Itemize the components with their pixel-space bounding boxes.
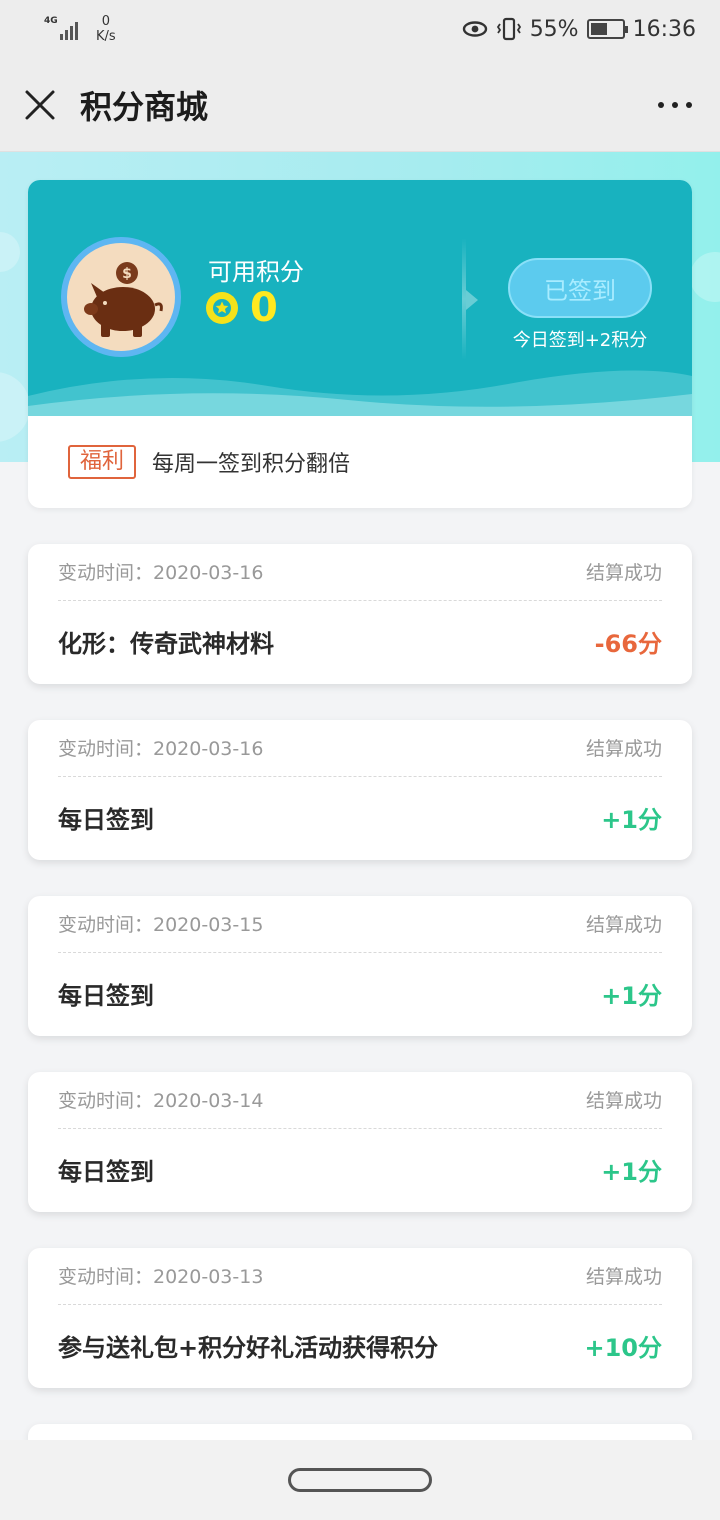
network-type: 4G: [44, 16, 58, 26]
page-title: 积分商城: [80, 87, 209, 126]
record-time: 变动时间：2020-03-16: [58, 562, 264, 584]
record-status: 结算成功: [585, 914, 662, 936]
record-item[interactable]: 变动时间：2020-03-16 结算成功 化形：传奇武神材料 -66分: [28, 544, 692, 684]
record-title: 参与送礼包+积分好礼活动获得积分: [58, 1333, 439, 1362]
clock: 16:36: [632, 16, 696, 42]
more-icon[interactable]: [630, 101, 720, 108]
record-item-partial: [28, 1424, 692, 1440]
battery-percent: 55%: [529, 16, 579, 42]
welfare-banner[interactable]: 福利 每周一签到积分翻倍: [28, 416, 692, 508]
record-status: 结算成功: [585, 738, 662, 760]
piggy-bank-icon: $: [84, 262, 163, 337]
record-time: 变动时间：2020-03-15: [58, 914, 264, 936]
signed-in-button[interactable]: 已签到: [508, 258, 652, 318]
avatar[interactable]: $: [61, 237, 181, 357]
wave-decoration: [28, 370, 692, 416]
record-points-change: +1分: [601, 805, 662, 834]
points-card: $ 可用积分 0 已签到 今日签到+2积分 福利 每周一签到积分翻倍: [28, 180, 692, 508]
points-value: 0: [250, 285, 278, 331]
eye-icon: [462, 21, 487, 37]
speed-value: 0: [101, 14, 110, 29]
svg-text:$: $: [122, 266, 132, 282]
points-summary: $ 可用积分 0 已签到 今日签到+2积分: [28, 180, 692, 416]
record-title: 每日签到: [58, 805, 154, 834]
system-nav-bar: [0, 1440, 720, 1520]
record-time: 变动时间：2020-03-13: [58, 1266, 264, 1288]
available-points-label: 可用积分: [208, 258, 304, 286]
signal-icon: 4G: [44, 16, 78, 40]
record-title: 化形：传奇武神材料: [58, 629, 274, 658]
record-status: 结算成功: [585, 1090, 662, 1112]
welfare-text: 每周一签到积分翻倍: [152, 452, 351, 477]
record-item[interactable]: 变动时间：2020-03-15 结算成功 每日签到 +1分: [28, 896, 692, 1036]
status-bar: 4G 0 K/s 55% 16:36: [0, 0, 720, 58]
record-item[interactable]: 变动时间：2020-03-13 结算成功 参与送礼包+积分好礼活动获得积分 +1…: [28, 1248, 692, 1388]
battery-icon: [586, 19, 628, 39]
speed-unit: K/s: [96, 29, 116, 44]
record-status: 结算成功: [585, 562, 662, 584]
home-indicator[interactable]: [288, 1468, 432, 1492]
welfare-tag: 福利: [68, 445, 137, 479]
record-status: 结算成功: [585, 1266, 662, 1288]
nav-bar: 积分商城: [0, 58, 720, 152]
star-coin-icon: [206, 292, 238, 324]
vibrate-icon: [496, 17, 521, 41]
record-title: 每日签到: [58, 981, 154, 1010]
record-item[interactable]: 变动时间：2020-03-16 结算成功 每日签到 +1分: [28, 720, 692, 860]
record-title: 每日签到: [58, 1157, 154, 1186]
record-points-change: +1分: [601, 981, 662, 1010]
divider-arrow-icon: [466, 290, 478, 310]
record-points-change: +1分: [601, 1157, 662, 1186]
record-time: 变动时间：2020-03-16: [58, 738, 264, 760]
record-item[interactable]: 变动时间：2020-03-14 结算成功 每日签到 +1分: [28, 1072, 692, 1212]
record-time: 变动时间：2020-03-14: [58, 1090, 264, 1112]
sign-in-hint: 今日签到+2积分: [512, 330, 648, 351]
close-icon[interactable]: [0, 58, 80, 152]
network-speed: 0 K/s: [96, 14, 116, 44]
record-points-change: -66分: [594, 629, 662, 658]
record-points-change: +10分: [584, 1333, 662, 1362]
